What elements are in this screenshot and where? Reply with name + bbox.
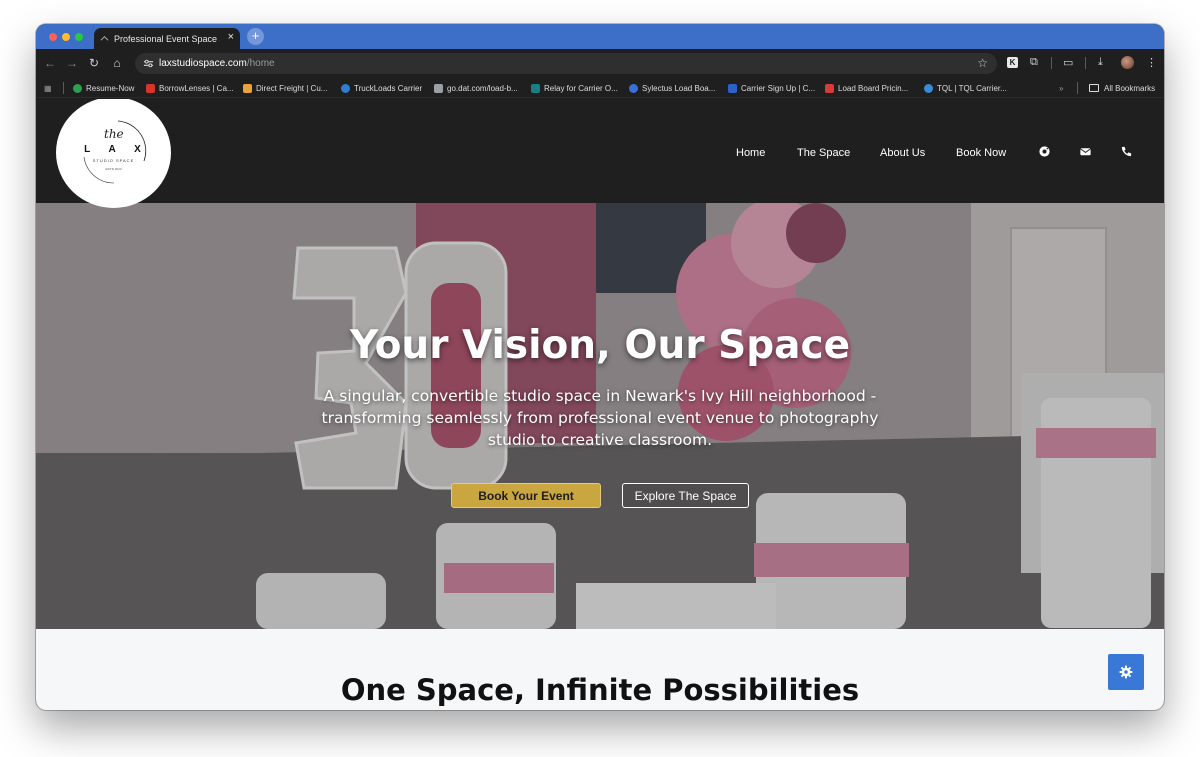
bookmark-star-icon[interactable]: ☆ — [977, 56, 988, 70]
close-window-button[interactable] — [49, 33, 57, 41]
all-bookmarks-button[interactable]: All Bookmarks — [1089, 82, 1155, 94]
logo-the-text: the — [104, 127, 124, 141]
phone-icon[interactable] — [1120, 145, 1133, 158]
bookmark-favicon-icon — [924, 83, 933, 93]
browser-tab-active[interactable]: Professional Event Space & S × — [94, 28, 240, 49]
explore-the-space-button[interactable]: Explore The Space — [622, 483, 749, 508]
nav-book-now[interactable]: Book Now — [956, 147, 1006, 159]
site-settings-icon[interactable] — [143, 58, 154, 69]
bookmark-favicon-icon — [243, 83, 252, 93]
address-bar[interactable]: laxstudiospace.com/home ☆ — [135, 53, 997, 74]
bookmark-item[interactable]: TQL | TQL Carrier... — [924, 82, 1007, 94]
bookmark-item[interactable]: Carrier Sign Up | C... — [728, 82, 815, 94]
bookmarks-divider — [1077, 82, 1078, 94]
section-title: One Space, Infinite Possibilities — [340, 673, 860, 707]
download-icon[interactable]: ⤓ — [1098, 56, 1103, 69]
extension-k-icon[interactable]: K — [1007, 57, 1018, 68]
apps-grid-icon[interactable]: ▦ — [44, 82, 52, 94]
toolbar-divider — [1051, 57, 1052, 69]
site-favicon-icon — [100, 35, 109, 41]
book-your-event-button[interactable]: Book Your Event — [451, 483, 601, 508]
bookmark-favicon-icon — [146, 83, 155, 93]
minimize-window-button[interactable] — [62, 33, 70, 41]
bookmark-item[interactable]: TruckLoads Carrier — [341, 82, 422, 94]
tab-title: Professional Event Space & S — [114, 33, 220, 44]
tab-close-icon[interactable]: × — [228, 31, 234, 43]
hero-title: Your Vision, Our Space — [349, 323, 851, 368]
reload-icon[interactable]: ↻ — [86, 56, 102, 70]
folder-icon — [1089, 84, 1099, 92]
site-header: the L A X STUDIO SPACE EST'D 2023 Home T… — [36, 99, 1164, 208]
forward-arrow-icon[interactable]: → — [64, 56, 80, 70]
back-arrow-icon[interactable]: ← — [42, 56, 58, 70]
bookmark-item[interactable]: go.dat.com/load-b... — [434, 82, 518, 94]
url-path: /home — [246, 58, 275, 69]
bookmark-label: Resume-Now — [86, 83, 135, 93]
url-host: laxstudiospace.com — [159, 58, 247, 69]
bookmarks-overflow-icon[interactable]: » — [1059, 82, 1063, 94]
bookmark-favicon-icon — [73, 83, 82, 93]
profile-avatar[interactable] — [1121, 56, 1134, 69]
home-icon[interactable]: ⌂ — [109, 56, 125, 70]
bookmark-favicon-icon — [341, 83, 350, 93]
bookmark-favicon-icon — [728, 83, 737, 93]
bookmark-label: TruckLoads Carrier — [354, 83, 423, 93]
bookmark-favicon-icon — [434, 83, 443, 93]
nav-the-space[interactable]: The Space — [797, 147, 850, 159]
logo-name-text: L A X — [84, 144, 149, 155]
bookmark-label: TQL | TQL Carrier... — [937, 83, 1007, 93]
toolbar-divider — [1085, 57, 1086, 69]
site-logo[interactable]: the L A X STUDIO SPACE EST'D 2023 — [56, 99, 171, 208]
bookmark-label: Relay for Carrier O... — [544, 83, 618, 93]
instagram-icon[interactable] — [1038, 145, 1051, 158]
nav-about-us[interactable]: About Us — [880, 147, 925, 159]
bookmarks-bar: ▦ Resume-Now BorrowLenses | Ca... Direct F… — [36, 78, 1164, 98]
web-page: the L A X STUDIO SPACE EST'D 2023 Home T… — [36, 99, 1164, 710]
bookmark-item[interactable]: Load Board Pricin... — [825, 82, 908, 94]
gear-icon — [1119, 665, 1133, 679]
bookmark-item[interactable]: BorrowLenses | Ca... — [146, 82, 234, 94]
bookmark-label: BorrowLenses | Ca... — [159, 83, 234, 93]
bookmark-item[interactable]: Resume-Now — [73, 82, 134, 94]
maximize-window-button[interactable] — [75, 33, 83, 41]
all-bookmarks-label: All Bookmarks — [1104, 83, 1156, 93]
bookmarks-divider — [63, 82, 64, 94]
bookmark-item[interactable]: Direct Freight | Cu... — [243, 82, 327, 94]
browser-window: Professional Event Space & S × + ← → ↻ ⌂… — [36, 24, 1164, 710]
browser-toolbar: ← → ↻ ⌂ laxstudiospace.com/home ☆ K ⧉ ▭ … — [36, 49, 1164, 78]
bookmark-favicon-icon — [531, 83, 540, 93]
bookmark-label: Sylectus Load Boa... — [642, 83, 716, 93]
mail-icon[interactable] — [1079, 145, 1092, 158]
tab-search-icon[interactable]: ▭ — [1063, 56, 1073, 69]
menu-kebab-icon[interactable]: ⋮ — [1146, 56, 1157, 69]
bookmark-label: go.dat.com/load-b... — [447, 83, 518, 93]
features-section: One Space, Infinite Possibilities — [36, 629, 1164, 710]
logo-est-text: EST'D 2023 — [105, 167, 122, 171]
bookmark-label: Carrier Sign Up | C... — [741, 83, 816, 93]
nav-home[interactable]: Home — [736, 147, 765, 159]
bookmark-label: Direct Freight | Cu... — [256, 83, 328, 93]
new-tab-button[interactable]: + — [247, 28, 264, 45]
bookmark-favicon-icon — [629, 83, 638, 93]
bookmark-item[interactable]: Relay for Carrier O... — [531, 82, 618, 94]
bookmark-item[interactable]: Sylectus Load Boa... — [629, 82, 715, 94]
extensions-puzzle-icon[interactable]: ⧉ — [1030, 56, 1038, 69]
hero-section: Your Vision, Our Space A singular, conve… — [36, 203, 1164, 629]
bookmark-label: Load Board Pricin... — [838, 83, 909, 93]
hero-subtitle: A singular, convertible studio space in … — [321, 387, 879, 449]
bookmark-favicon-icon — [825, 83, 834, 93]
settings-button[interactable] — [1108, 654, 1144, 690]
tab-strip: Professional Event Space & S × + — [36, 24, 1164, 49]
logo-subtitle-text: STUDIO SPACE — [92, 158, 135, 163]
